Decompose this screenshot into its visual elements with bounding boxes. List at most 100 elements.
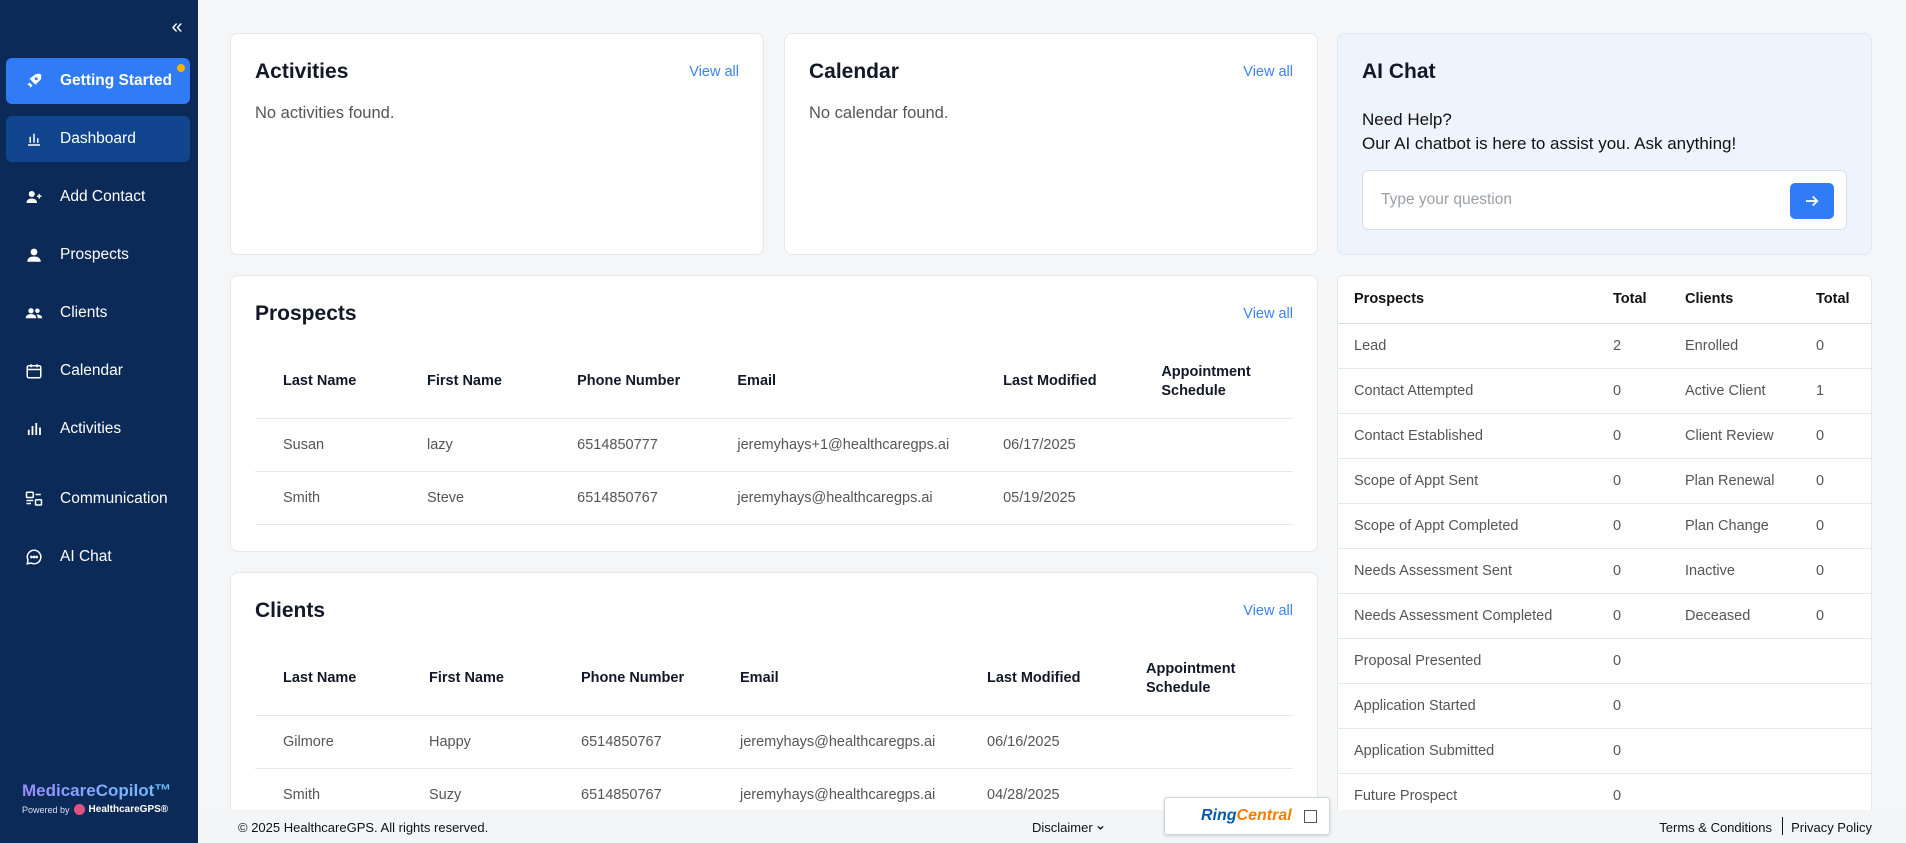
ai-help-title: Need Help?	[1362, 110, 1452, 129]
rocket-icon	[24, 71, 44, 91]
column-header[interactable]: Last Modified	[959, 643, 1118, 716]
table-row[interactable]: Susan lazy 6514850777 jeremyhays+1@healt…	[255, 418, 1293, 472]
communication-icon	[24, 489, 44, 509]
cell-last-name: Smith	[255, 471, 400, 525]
column-header[interactable]: Appointment Schedule	[1133, 346, 1293, 419]
summary-row: Application Submitted 0	[1338, 728, 1871, 774]
calendar-title: Calendar	[809, 60, 899, 83]
summary-prospect-stage: Needs Assessment Completed	[1338, 593, 1597, 639]
ringcentral-widget[interactable]: RingCentral	[1164, 797, 1330, 835]
summary-client-stage: Active Client	[1669, 368, 1800, 414]
ai-chat-card: AI Chat Need Help? Our AI chatbot is her…	[1337, 33, 1872, 255]
summary-prospect-stage: Lead	[1338, 323, 1597, 369]
cell-first-name: lazy	[399, 418, 550, 472]
column-header[interactable]: Last Modified	[975, 346, 1134, 419]
sidebar-item-add-contact[interactable]: Add Contact	[6, 174, 190, 220]
ai-question-input[interactable]	[1381, 171, 1761, 229]
summary-row: Needs Assessment Sent 0 Inactive 0	[1338, 548, 1871, 594]
app-root: « Getting Started Dashboard Add Contact	[0, 0, 1906, 843]
terms-link[interactable]: Terms & Conditions	[1659, 820, 1772, 835]
sidebar-item-getting-started[interactable]: Getting Started	[6, 58, 190, 104]
cell-last-modified: 05/19/2025	[975, 471, 1134, 525]
summary-row: Lead 2 Enrolled 0	[1338, 323, 1871, 369]
summary-header-prospects: Prospects	[1338, 276, 1597, 324]
ai-help-block: Need Help? Our AI chatbot is here to ass…	[1362, 108, 1736, 156]
column-header[interactable]: First Name	[401, 643, 553, 716]
bar-chart-icon	[24, 129, 44, 149]
column-header[interactable]: Appointment Schedule	[1118, 643, 1293, 716]
users-icon	[24, 303, 44, 323]
sidebar-item-activities[interactable]: Activities	[6, 406, 190, 452]
copyright-text: © 2025 HealthcareGPS. All rights reserve…	[238, 820, 489, 835]
table-row[interactable]: Smith Steve 6514850767 jeremyhays@health…	[255, 471, 1293, 525]
summary-client-total: 0	[1800, 548, 1871, 594]
ai-chat-title: AI Chat	[1362, 60, 1436, 83]
summary-prospect-total: 0	[1597, 413, 1669, 459]
summary-client-stage: Deceased	[1669, 593, 1800, 639]
sidebar-item-ai-chat[interactable]: AI Chat	[6, 534, 190, 580]
summary-client-total: 1	[1800, 368, 1871, 414]
clients-title: Clients	[255, 599, 326, 622]
sidebar-item-calendar[interactable]: Calendar	[6, 348, 190, 394]
sidebar-item-label: Prospects	[60, 246, 129, 263]
sidebar-item-label: Getting Started	[60, 72, 172, 89]
privacy-link[interactable]: Privacy Policy	[1791, 820, 1872, 835]
table-header-row: Last Name First Name Phone Number Email …	[255, 346, 1293, 419]
expand-widget-icon[interactable]	[1304, 810, 1317, 823]
sidebar-item-label: Communication	[60, 490, 168, 507]
sidebar-item-label: Calendar	[60, 362, 123, 379]
column-header[interactable]: Last Name	[255, 643, 401, 716]
summary-client-total: 0	[1800, 323, 1871, 369]
summary-client-total: 0	[1800, 413, 1871, 459]
summary-prospect-stage: Scope of Appt Completed	[1338, 503, 1597, 549]
collapse-sidebar-icon[interactable]: «	[166, 16, 188, 38]
cell-first-name: Happy	[401, 715, 553, 769]
summary-prospect-total: 0	[1597, 728, 1669, 774]
column-header[interactable]: Email	[712, 643, 959, 716]
column-header[interactable]: Last Name	[255, 346, 400, 419]
calendar-view-all-link[interactable]: View all	[1243, 64, 1293, 80]
sidebar-item-label: Add Contact	[60, 188, 146, 205]
brand-powered-by: Powered by HealthcareGPS®	[22, 804, 169, 815]
summary-prospect-stage: Application Started	[1338, 683, 1597, 729]
summary-client-stage	[1669, 728, 1800, 774]
column-header[interactable]: Phone Number	[549, 346, 710, 419]
summary-row: Contact Established 0 Client Review 0	[1338, 413, 1871, 459]
summary-table: Prospects Total Clients Total Lead 2 Enrol…	[1338, 276, 1871, 819]
sidebar-item-label: Activities	[60, 420, 122, 437]
cell-email: jeremyhays@healthcaregps.ai	[712, 715, 959, 769]
clients-table: Last Name First Name Phone Number Email …	[255, 643, 1293, 821]
sidebar-item-communication[interactable]: Communication	[6, 476, 190, 522]
clients-view-all-link[interactable]: View all	[1243, 603, 1293, 619]
prospects-view-all-link[interactable]: View all	[1243, 306, 1293, 322]
summary-prospect-total: 0	[1597, 683, 1669, 729]
disclaimer-dropdown[interactable]: Disclaimer	[1032, 820, 1105, 835]
ai-help-text: Our AI chatbot is here to assist you. As…	[1362, 134, 1737, 153]
summary-client-total	[1800, 638, 1871, 684]
summary-client-total: 0	[1800, 503, 1871, 549]
cell-last-modified: 06/16/2025	[959, 715, 1118, 769]
column-header[interactable]: First Name	[399, 346, 550, 419]
summary-card: Prospects Total Clients Total Lead 2 Enrol…	[1337, 275, 1872, 822]
send-button[interactable]	[1790, 183, 1834, 219]
summary-client-stage: Plan Renewal	[1669, 458, 1800, 504]
cell-first-name: Steve	[399, 471, 550, 525]
summary-header-row: Prospects Total Clients Total	[1338, 276, 1871, 324]
summary-client-stage: Inactive	[1669, 548, 1800, 594]
footer-divider	[1782, 817, 1783, 835]
sidebar-item-clients[interactable]: Clients	[6, 290, 190, 336]
activities-view-all-link[interactable]: View all	[689, 64, 739, 80]
calendar-icon	[24, 361, 44, 381]
prospects-title: Prospects	[255, 302, 357, 325]
calendar-card: Calendar View all No calendar found.	[784, 33, 1318, 255]
sidebar-item-dashboard[interactable]: Dashboard	[6, 116, 190, 162]
sidebar-item-prospects[interactable]: Prospects	[6, 232, 190, 278]
table-row[interactable]: Gilmore Happy 6514850767 jeremyhays@heal…	[255, 715, 1293, 769]
ai-question-box	[1362, 170, 1847, 230]
column-header[interactable]: Email	[709, 346, 976, 419]
summary-prospect-total: 0	[1597, 593, 1669, 639]
summary-row: Scope of Appt Sent 0 Plan Renewal 0	[1338, 458, 1871, 504]
summary-client-total: 0	[1800, 593, 1871, 639]
column-header[interactable]: Phone Number	[553, 643, 712, 716]
summary-client-stage: Plan Change	[1669, 503, 1800, 549]
